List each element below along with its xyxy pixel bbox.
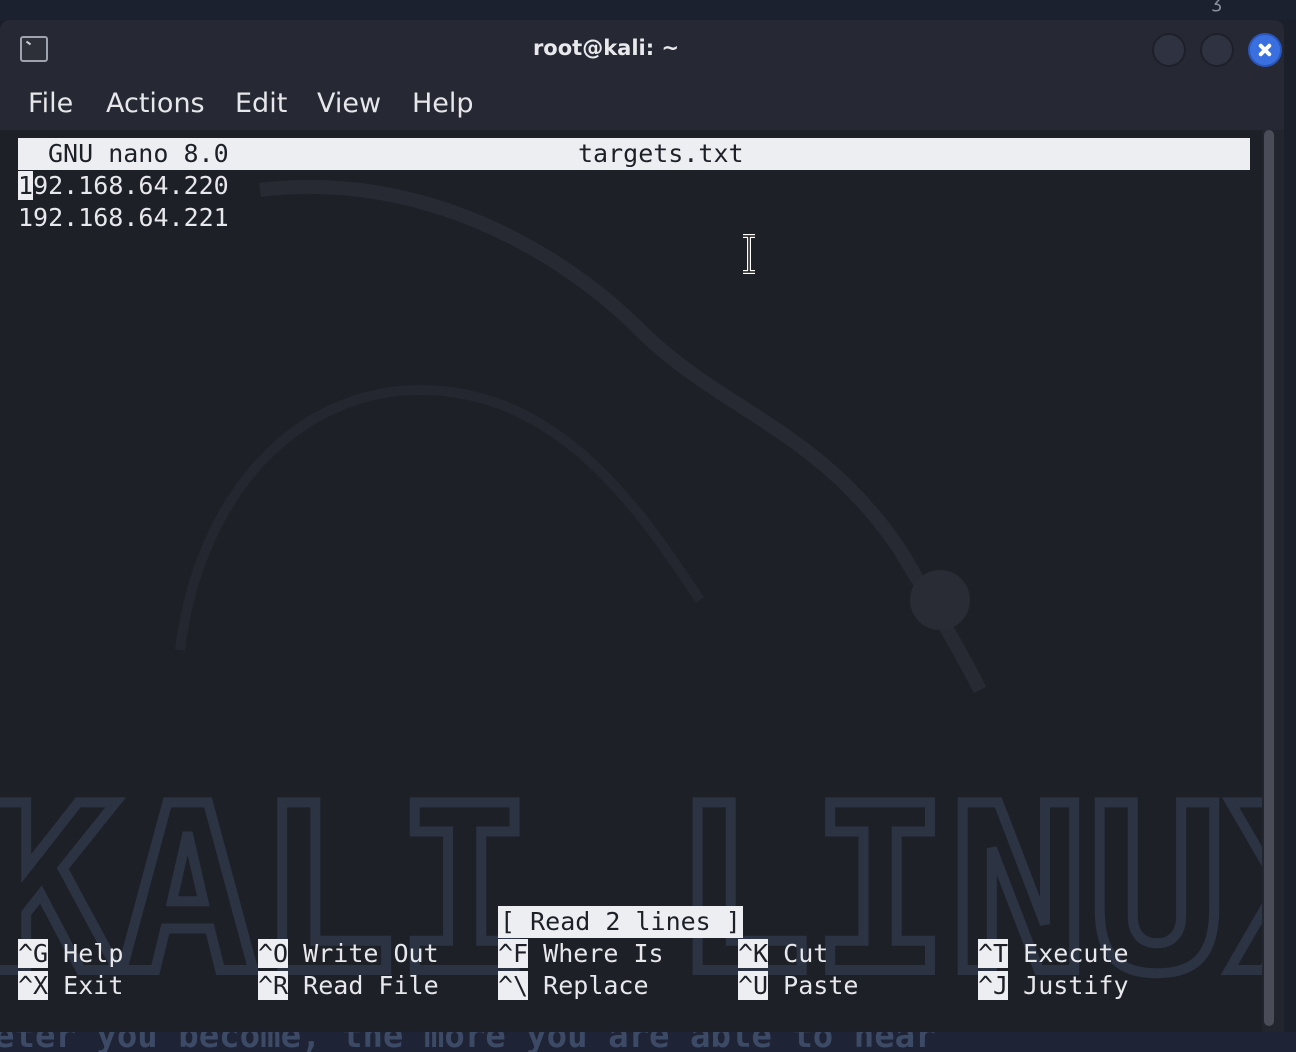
nano-header-bar: GNU nano 8.0 targets.txt bbox=[18, 138, 1250, 170]
minimize-button[interactable] bbox=[1152, 33, 1186, 67]
nano-version: GNU nano 8.0 bbox=[48, 139, 229, 168]
shortcut-read-file[interactable]: ^R Read File bbox=[258, 970, 439, 1002]
close-button[interactable] bbox=[1248, 33, 1282, 67]
shortcut-write-out[interactable]: ^O Write Out bbox=[258, 938, 439, 970]
menu-edit[interactable]: Edit bbox=[235, 88, 287, 119]
desktop-quote: eter you become, the more you are able t… bbox=[0, 1032, 957, 1052]
menu-view[interactable]: View bbox=[317, 88, 381, 119]
titlebar: root@kali: ~ bbox=[0, 20, 1284, 80]
terminal-window: root@kali: ~ File Actions Edit View Help… bbox=[0, 20, 1284, 1032]
file-line-2[interactable]: 192.168.64.221 bbox=[18, 202, 229, 234]
menu-file[interactable]: File bbox=[28, 88, 73, 119]
shortcut-paste[interactable]: ^U Paste bbox=[738, 970, 858, 1002]
window-title: root@kali: ~ bbox=[532, 36, 680, 60]
terminal-area[interactable]: KALI LINUX GNU nano 8.0 targets.txt 192.… bbox=[0, 130, 1262, 1032]
desktop-bottom-strip: eter you become, the more you are able t… bbox=[0, 1032, 1296, 1052]
file-line-1-text: 92.168.64.220 bbox=[33, 171, 229, 200]
shortcut-exit[interactable]: ^X Exit bbox=[18, 970, 123, 1002]
shortcut-where-is[interactable]: ^F Where Is bbox=[498, 938, 664, 970]
menubar: File Actions Edit View Help bbox=[0, 80, 1284, 130]
nano-filename: targets.txt bbox=[578, 139, 744, 168]
shortcut-execute[interactable]: ^T Execute bbox=[978, 938, 1129, 970]
file-line-1[interactable]: 192.168.64.220 bbox=[18, 170, 229, 202]
shortcut-justify[interactable]: ^J Justify bbox=[978, 970, 1129, 1002]
desktop-top-strip: ʒ bbox=[0, 0, 1296, 20]
scrollbar[interactable] bbox=[1264, 130, 1274, 1026]
tray-icon: ʒ bbox=[1211, 0, 1222, 13]
status-message: [ Read 2 lines ] bbox=[498, 906, 743, 938]
kali-watermark: KALI LINUX bbox=[0, 179, 1262, 1030]
ibeam-cursor-icon bbox=[743, 234, 755, 274]
menu-actions[interactable]: Actions bbox=[106, 88, 205, 119]
text-cursor: 1 bbox=[18, 171, 34, 200]
shortcut-cut[interactable]: ^K Cut bbox=[738, 938, 828, 970]
shortcut-help[interactable]: ^G Help bbox=[18, 938, 123, 970]
maximize-button[interactable] bbox=[1200, 33, 1234, 67]
shortcut-replace[interactable]: ^\ Replace bbox=[498, 970, 649, 1002]
menu-help[interactable]: Help bbox=[412, 88, 474, 119]
